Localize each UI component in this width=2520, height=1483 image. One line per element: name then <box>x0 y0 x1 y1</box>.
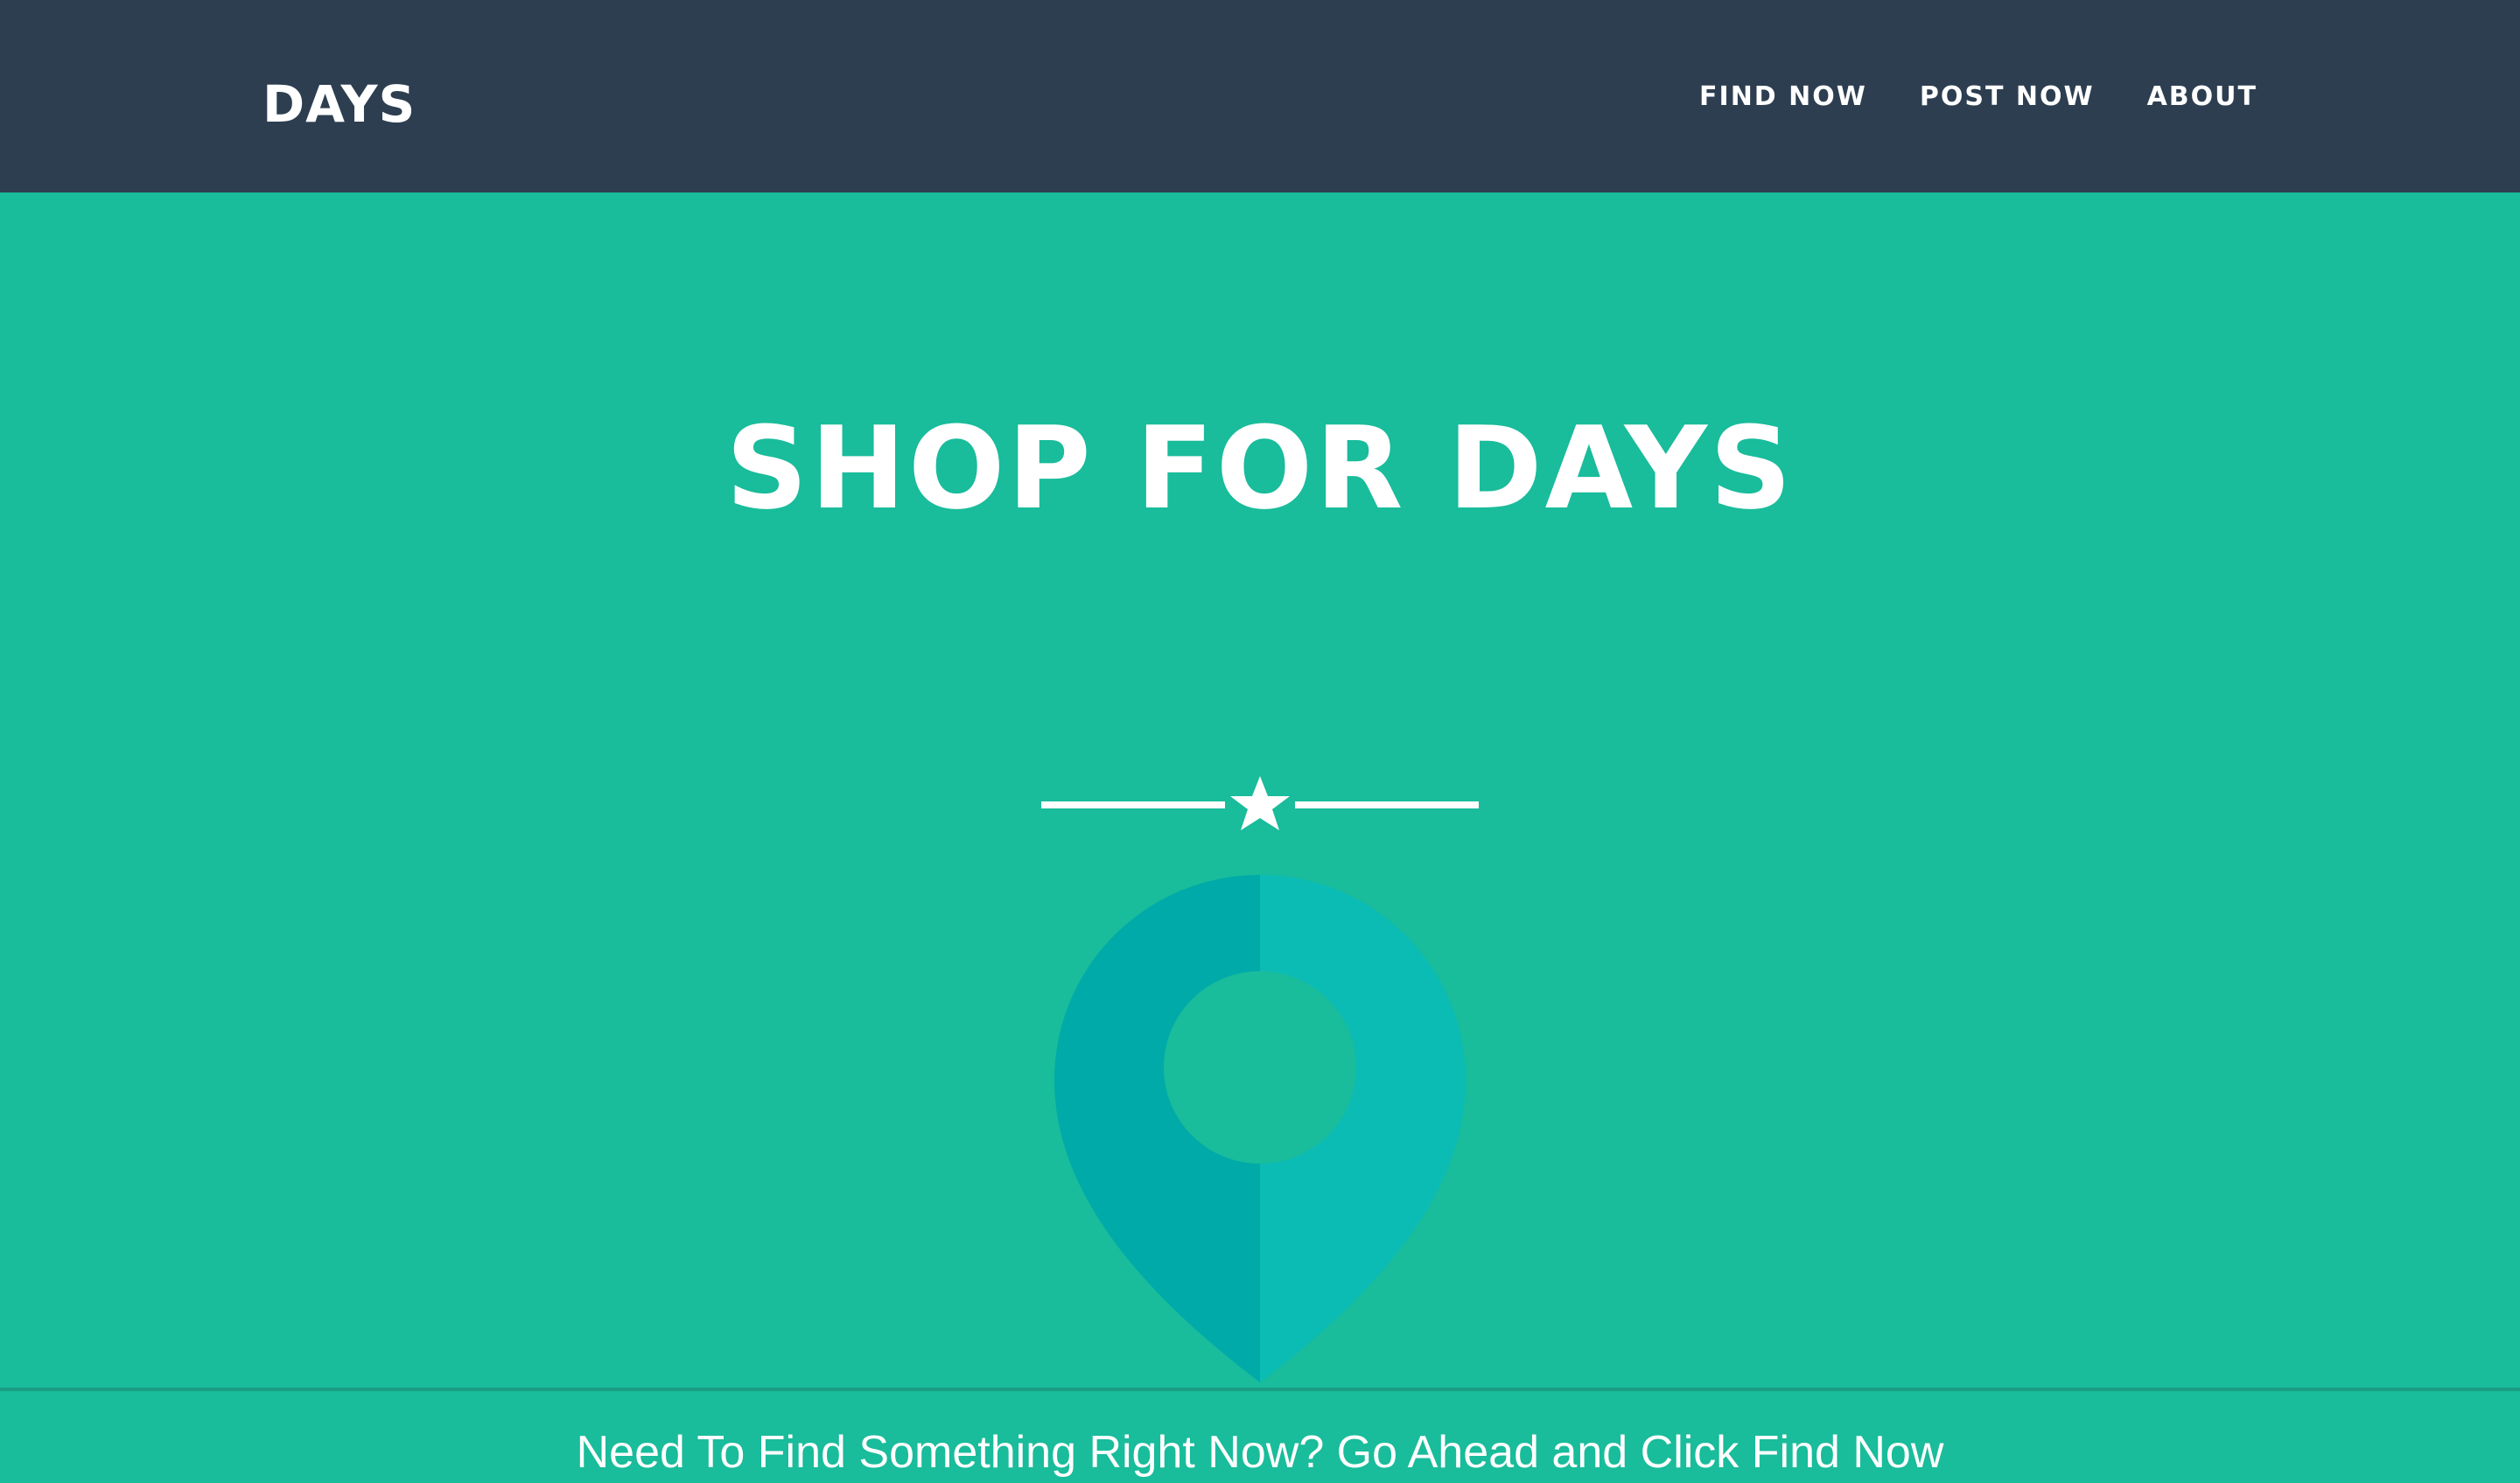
star-divider <box>1041 776 1479 830</box>
hero-title: SHOP FOR DAYS <box>725 402 1795 535</box>
hero-subtitle: Need To Find Something Right Now? Go Ahe… <box>576 1427 1944 1478</box>
navbar: DAYS FIND NOW POST NOW ABOUT <box>0 0 2520 192</box>
main-nav: FIND NOW POST NOW ABOUT <box>1699 79 2258 114</box>
hero-section: SHOP FOR DAYS Need To Find Something Rig… <box>0 192 2520 1478</box>
pin-right-half <box>1260 875 1466 1382</box>
brand-logo-link[interactable]: DAYS <box>262 73 416 135</box>
nav-link-find-now[interactable]: FIND NOW <box>1699 81 1867 112</box>
star-icon <box>1230 776 1290 830</box>
pin-left-half <box>1054 875 1260 1382</box>
nav-link-about[interactable]: ABOUT <box>2147 81 2258 112</box>
page-bottom-edge <box>0 1388 2520 1391</box>
nav-link-post-now[interactable]: POST NOW <box>1920 81 2095 112</box>
map-pin-icon <box>1054 875 1466 1382</box>
